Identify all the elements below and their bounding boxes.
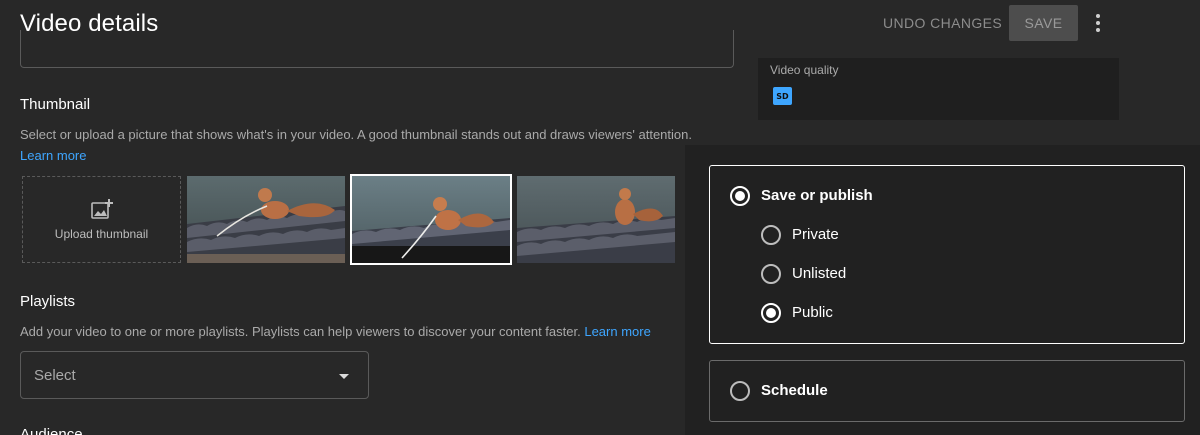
unlisted-label: Unlisted	[792, 265, 847, 282]
thumbnail-option-2[interactable]	[350, 174, 512, 265]
video-quality-card: Video quality SD	[758, 58, 1119, 120]
private-radio[interactable]	[761, 225, 781, 245]
save-or-publish-label: Save or publish	[761, 187, 873, 204]
squirrel-image	[352, 176, 510, 263]
schedule-label: Schedule	[761, 382, 828, 399]
unlisted-radio[interactable]	[761, 264, 781, 284]
playlists-title: Playlists	[20, 293, 76, 310]
visibility-panel: Save or publish Private Unlisted Public …	[685, 145, 1200, 435]
schedule-box[interactable]: Schedule	[709, 360, 1185, 422]
playlists-description: Add your video to one or more playlists.…	[20, 324, 581, 339]
public-label: Public	[792, 304, 833, 321]
playlist-select-value: Select	[34, 367, 76, 384]
thumbnail-option-3[interactable]	[517, 176, 675, 263]
thumbnail-title: Thumbnail	[20, 96, 91, 113]
upload-thumbnail-button[interactable]: Upload thumbnail	[22, 176, 181, 263]
playlists-description-line: Add your video to one or more playlists.…	[20, 324, 651, 339]
description-field[interactable]	[20, 30, 734, 68]
thumbnail-option-1[interactable]	[187, 176, 345, 263]
save-or-publish-box[interactable]: Save or publish Private Unlisted Public	[709, 165, 1185, 344]
squirrel-image	[187, 176, 345, 263]
schedule-radio[interactable]	[730, 381, 750, 401]
sd-quality-badge: SD	[773, 87, 792, 105]
upload-thumbnail-label: Upload thumbnail	[54, 226, 149, 241]
add-photo-icon	[90, 198, 113, 219]
save-or-publish-radio[interactable]	[730, 186, 750, 206]
thumbnail-description: Select or upload a picture that shows wh…	[20, 127, 692, 142]
save-button[interactable]: SAVE	[1009, 5, 1078, 41]
dropdown-arrow-icon	[339, 374, 349, 379]
video-quality-label: Video quality	[770, 63, 839, 77]
thumbnail-learn-more-link[interactable]: Learn more	[20, 148, 86, 163]
audience-title: Audience	[20, 426, 83, 435]
playlists-learn-more-link[interactable]: Learn more	[584, 324, 650, 339]
private-label: Private	[792, 226, 839, 243]
more-options-icon[interactable]	[1086, 10, 1110, 36]
squirrel-image	[517, 176, 675, 263]
public-radio[interactable]	[761, 303, 781, 323]
undo-changes-button[interactable]: UNDO CHANGES	[873, 5, 1012, 41]
playlist-select[interactable]: Select	[20, 351, 369, 399]
